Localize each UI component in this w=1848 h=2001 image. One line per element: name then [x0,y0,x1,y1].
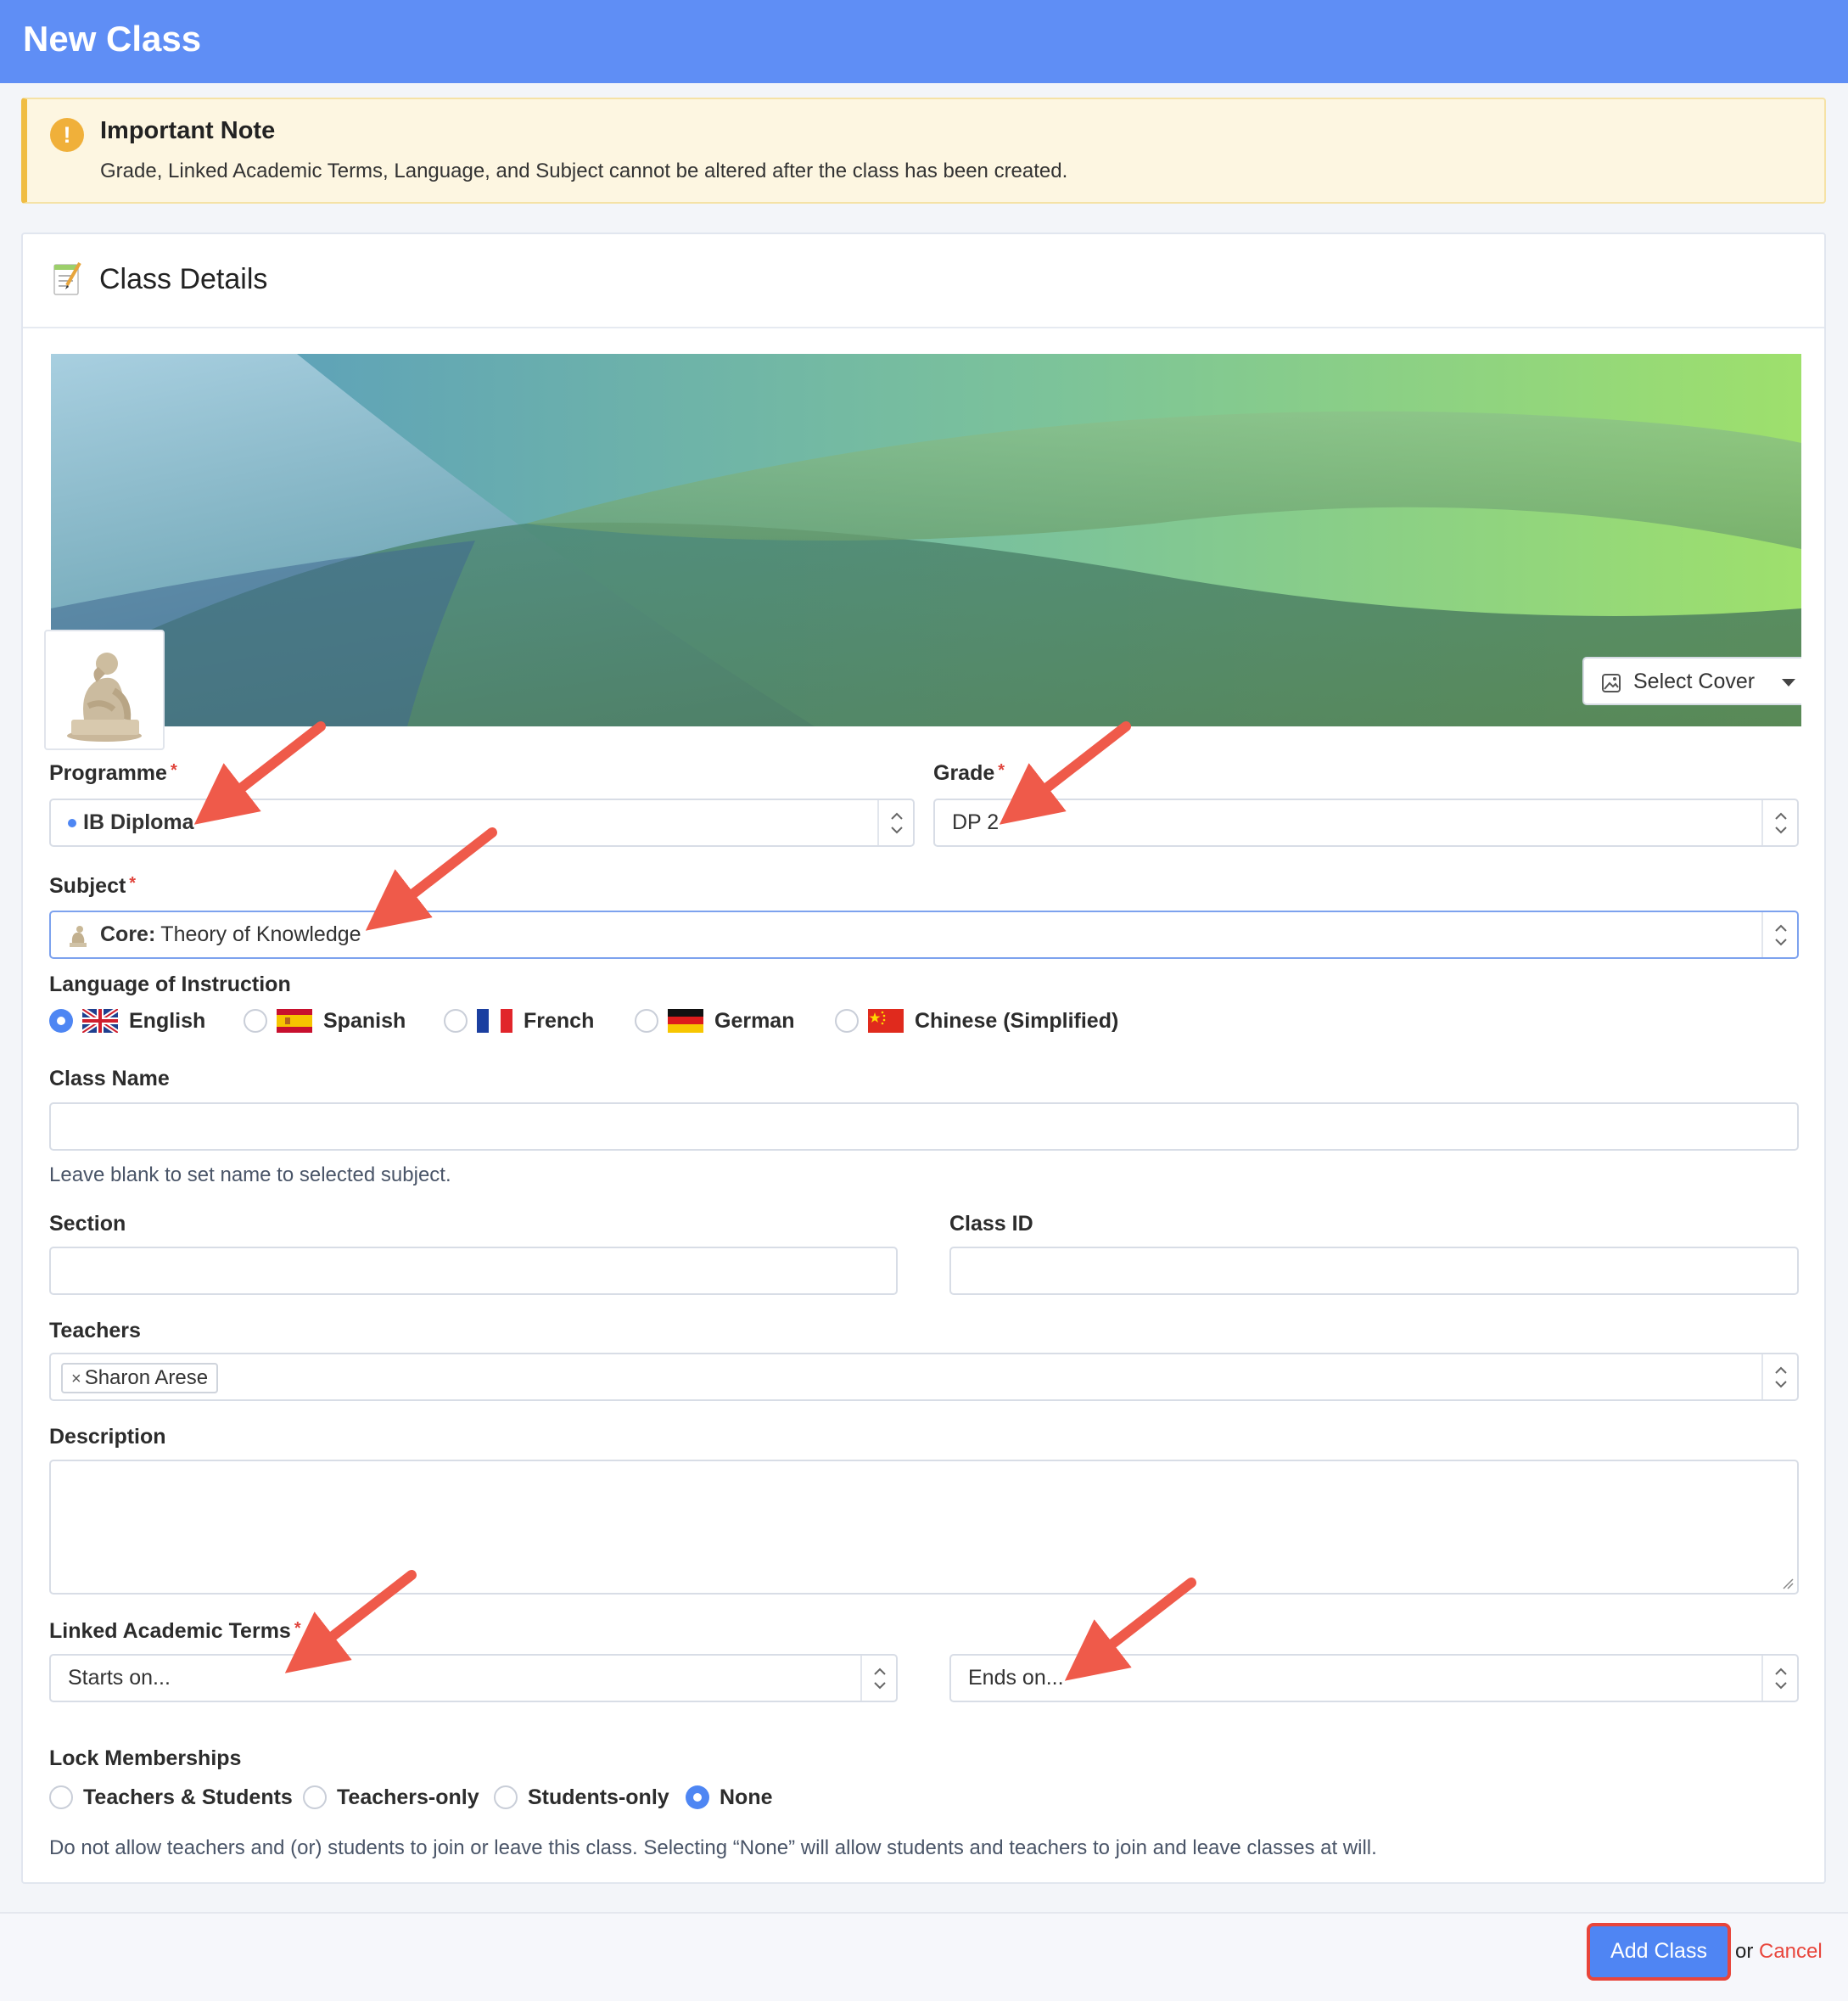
subject-prefix: Core: [100,922,156,946]
class-avatar[interactable] [44,630,165,750]
image-icon [1602,674,1621,692]
section-label: Section [49,1212,126,1236]
china-flag-icon [868,1009,904,1033]
memo-icon [53,262,81,295]
class-id-label: Class ID [949,1212,1033,1236]
lock-radio-teachers-only[interactable] [303,1785,327,1809]
description-textarea[interactable] [49,1460,1799,1595]
language-option-german[interactable]: German [714,1009,794,1034]
programme-spinner-icon [877,800,913,845]
language-radio-chinese[interactable] [835,1009,859,1033]
terms-start-placeholder: Starts on... [68,1666,171,1690]
section-input[interactable] [49,1247,898,1295]
spain-flag-icon [277,1009,312,1033]
teachers-spinner-icon [1761,1354,1797,1399]
important-note-banner: ! Important Note Grade, Linked Academic … [21,98,1826,204]
language-option-spanish[interactable]: Spanish [323,1009,406,1034]
remove-tag-icon[interactable]: × [71,1370,81,1388]
subject-label: Subject * [49,874,137,898]
caret-down-icon [1782,679,1795,687]
card-title: Class Details [99,263,268,295]
lock-option-none[interactable]: None [720,1785,773,1810]
class-name-hint: Leave blank to set name to selected subj… [49,1163,451,1186]
programme-dot-icon [68,819,76,828]
uk-flag-icon [82,1009,118,1033]
or-text: or [1735,1940,1754,1963]
language-option-chinese[interactable]: Chinese (Simplified) [915,1009,1118,1034]
grade-value: DP 2 [952,810,1000,834]
thinker-statue-icon [67,653,142,742]
language-radio-french[interactable] [444,1009,468,1033]
germany-flag-icon [668,1009,703,1033]
programme-select[interactable]: IB Diploma [49,799,915,847]
subject-value: Theory of Knowledge [160,922,361,946]
language-radio-english[interactable] [49,1009,73,1033]
add-class-button[interactable]: Add Class [1587,1923,1731,1981]
language-radio-german[interactable] [635,1009,658,1033]
resize-handle-icon[interactable] [1782,1578,1794,1589]
description-label: Description [49,1425,166,1449]
linked-terms-label: Linked Academic Terms * [49,1619,301,1643]
grade-select[interactable]: DP 2 [933,799,1799,847]
programme-label: Programme * [49,761,177,785]
form-footer [0,1912,1848,2001]
teacher-tag: × Sharon Arese [61,1363,219,1393]
lock-memberships-hint: Do not allow teachers and (or) students … [49,1836,1377,1859]
select-cover-label: Select Cover [1633,670,1756,693]
lock-memberships-label: Lock Memberships [49,1746,242,1770]
lock-radio-none[interactable] [686,1785,709,1809]
thinker-statue-icon [70,926,87,947]
terms-end-spinner-icon [1761,1656,1797,1701]
teachers-select[interactable]: × Sharon Arese [49,1353,1799,1401]
terms-end-select[interactable]: Ends on... [949,1654,1799,1702]
language-option-english[interactable]: English [129,1009,205,1034]
class-name-input[interactable] [49,1102,1799,1151]
card-header: Class Details [23,234,1824,328]
terms-start-spinner-icon [860,1656,896,1701]
language-label: Language of Instruction [49,972,291,996]
subject-select[interactable]: Core: Theory of Knowledge [49,911,1799,959]
cover-background [51,354,1801,726]
class-name-label: Class Name [49,1067,170,1090]
terms-end-placeholder: Ends on... [968,1666,1064,1690]
programme-value: IB Diploma [83,810,194,834]
teacher-tag-label: Sharon Arese [84,1366,209,1389]
lock-radio-teachers-students[interactable] [49,1785,73,1809]
grade-spinner-icon [1761,800,1797,845]
subject-spinner-icon [1761,912,1797,957]
lock-option-teachers-only[interactable]: Teachers-only [337,1785,479,1810]
note-title: Important Note [100,117,276,144]
page-title: New Class [23,19,202,59]
lock-option-students-only[interactable]: Students-only [528,1785,669,1810]
language-option-french[interactable]: French [524,1009,594,1034]
lock-option-teachers-students[interactable]: Teachers & Students [83,1785,293,1810]
teachers-label: Teachers [49,1319,141,1342]
class-id-input[interactable] [949,1247,1799,1295]
language-radio-spanish[interactable] [244,1009,267,1033]
grade-label: Grade * [933,761,1005,785]
select-cover-button[interactable]: Select Cover [1582,657,1801,705]
exclamation-icon: ! [50,118,84,152]
note-text: Grade, Linked Academic Terms, Language, … [100,160,1068,182]
page-header: New Class [0,0,1848,83]
cancel-link[interactable]: Cancel [1759,1940,1823,1964]
cover-image: Select Cover [51,354,1801,726]
lock-radio-students-only[interactable] [494,1785,518,1809]
terms-start-select[interactable]: Starts on... [49,1654,898,1702]
france-flag-icon [477,1009,512,1033]
